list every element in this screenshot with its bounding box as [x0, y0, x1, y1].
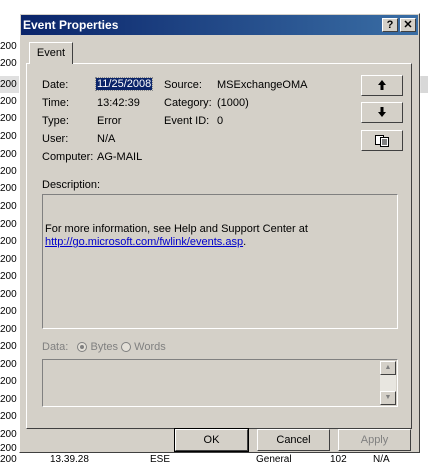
date-label: Date: — [42, 79, 69, 91]
source-value: MSExchangeOMA — [217, 79, 308, 91]
words-label: Words — [134, 341, 166, 353]
ok-button[interactable]: OK — [174, 428, 249, 452]
cancel-button[interactable]: Cancel — [257, 429, 330, 451]
title-bar[interactable]: Event Properties ? ✕ — [21, 15, 418, 35]
date-value[interactable]: 11/25/2008 — [94, 77, 154, 91]
words-radio[interactable] — [121, 342, 132, 353]
list-highlight — [421, 76, 428, 93]
dialog-title: Event Properties — [23, 18, 119, 32]
event-properties-dialog: Event Properties ? ✕ Event Date: 11/25/2… — [19, 13, 420, 453]
event-id-value: 0 — [217, 115, 224, 127]
user-label: User: — [42, 133, 69, 145]
data-scrollbar[interactable]: ▲ ▼ — [380, 361, 396, 405]
description-label: Description: — [42, 179, 101, 191]
category-value: (1000) — [217, 97, 249, 109]
description-text: For more information, see Help and Suppo… — [45, 223, 308, 248]
bytes-radio[interactable] — [77, 342, 88, 353]
bytes-label: Bytes — [90, 341, 119, 353]
list-edge — [421, 0, 428, 469]
time-label: Time: — [42, 97, 70, 109]
tab-event[interactable]: Event — [29, 42, 73, 64]
description-box[interactable]: For more information, see Help and Suppo… — [42, 194, 398, 329]
next-event-button[interactable] — [361, 102, 403, 123]
apply-button[interactable]: Apply — [338, 429, 411, 451]
help-button[interactable]: ? — [382, 18, 398, 32]
close-button[interactable]: ✕ — [400, 18, 416, 32]
computer-value: AG-MAIL — [97, 151, 143, 163]
list-item[interactable]: 200 13.39.28 ESE General 102 N/A — [0, 454, 428, 469]
event-id-label: Event ID: — [164, 115, 210, 127]
data-format-group: Data: Bytes Words — [42, 341, 166, 353]
user-value: N/A — [97, 133, 116, 145]
data-box[interactable]: ▲ ▼ — [42, 359, 398, 407]
source-label: Source: — [164, 79, 202, 91]
arrow-up-icon — [378, 80, 386, 90]
help-link[interactable]: http://go.microsoft.com/fwlink/events.as… — [45, 236, 243, 248]
scroll-up-icon[interactable]: ▲ — [380, 361, 396, 375]
previous-event-button[interactable] — [361, 75, 403, 96]
scroll-down-icon[interactable]: ▼ — [380, 391, 396, 405]
data-label: Data: — [42, 341, 69, 353]
computer-label: Computer: — [42, 151, 94, 163]
time-value: 13:42:39 — [97, 97, 140, 109]
copy-icon — [375, 135, 389, 147]
arrow-down-icon — [378, 107, 386, 117]
type-label: Type: — [42, 115, 69, 127]
copy-button[interactable] — [361, 130, 403, 151]
type-value: Error — [97, 115, 122, 127]
category-label: Category: — [164, 97, 212, 109]
